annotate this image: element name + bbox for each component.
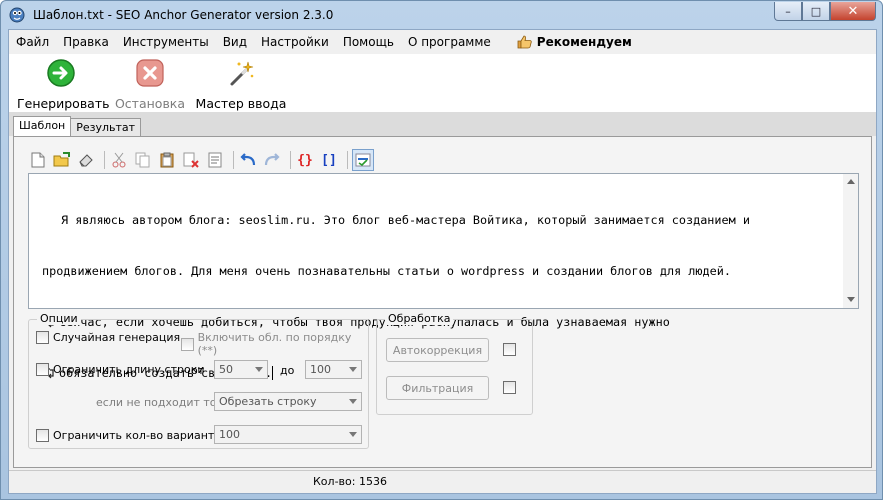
chevron-down-icon (349, 432, 357, 437)
options-group: Опции Случайная генерация Включить обл. … (28, 312, 369, 449)
autocorrect-checkbox[interactable] (503, 343, 520, 356)
chevron-down-icon (349, 399, 357, 404)
new-document-icon[interactable] (28, 150, 48, 170)
to-combobox[interactable]: 100 (305, 360, 362, 379)
maximize-button[interactable]: □ (802, 2, 830, 21)
stop-button[interactable]: Остановка (113, 54, 187, 116)
app-logo-icon (9, 7, 25, 23)
to-label: до (280, 364, 295, 377)
generate-button[interactable]: Генерировать (17, 54, 110, 116)
processing-group-title: Обработка (385, 312, 454, 325)
wizard-label: Мастер ввода (195, 96, 287, 111)
chevron-down-icon (255, 367, 263, 372)
menu-bar: Файл Правка Инструменты Вид Настройки По… (9, 32, 639, 52)
magic-wand-icon (230, 61, 254, 86)
processing-group: Обработка Автокоррекция Фильтрация (376, 312, 533, 415)
app-window: Шаблон.txt - SEO Anchor Generator versio… (0, 0, 883, 500)
from-combobox[interactable]: 50 (214, 360, 268, 379)
wizard-button[interactable]: Мастер ввода (195, 54, 287, 116)
menu-about[interactable]: О программе (401, 32, 498, 52)
stop-x-icon (136, 59, 164, 87)
random-generation-checkbox[interactable]: Случайная генерация (36, 331, 180, 344)
redo-icon[interactable] (262, 150, 282, 170)
limit-variants-checkbox[interactable]: Ограничить кол-во вариантов (36, 429, 228, 442)
square-brackets-icon[interactable]: [] (319, 150, 339, 170)
from-label: от (191, 364, 205, 377)
toolbar-separator (233, 151, 234, 169)
variants-combobox[interactable]: 100 (214, 425, 362, 444)
template-tab-panel: {} [] Я являюсь автором блога: seoslim.r… (13, 136, 872, 468)
generate-label: Генерировать (17, 96, 110, 111)
paste-icon[interactable] (157, 150, 177, 170)
autocorrect-button[interactable]: Автокоррекция (386, 338, 489, 362)
checkbox-box[interactable] (36, 331, 49, 344)
toolbar-separator (347, 151, 348, 169)
editor-line-text: продвижением блогов. Для меня очень позн… (42, 264, 731, 278)
document-text-icon[interactable] (205, 150, 225, 170)
copy-icon[interactable] (133, 150, 153, 170)
menu-view[interactable]: Вид (216, 32, 254, 52)
curly-braces-icon[interactable]: {} (295, 150, 315, 170)
chevron-down-icon (349, 367, 357, 372)
undo-icon[interactable] (238, 150, 258, 170)
scroll-up-icon[interactable] (847, 179, 855, 184)
if-not-fit-label: если не подходит то (96, 396, 217, 409)
status-bar: Кол-во: 1536 (9, 470, 876, 494)
limit-line-length-label: Ограничить длину строки (53, 363, 205, 376)
thumbs-up-icon (517, 35, 532, 49)
play-arrow-icon (47, 59, 75, 87)
spellcheck-icon[interactable] (352, 149, 374, 171)
variant-count: Кол-во: 1536 (313, 475, 387, 488)
tab-result[interactable]: Результат (70, 118, 142, 138)
window-title: Шаблон.txt - SEO Anchor Generator versio… (33, 8, 334, 22)
editor-toolbar: {} [] (28, 149, 378, 171)
menu-edit[interactable]: Правка (56, 32, 116, 52)
open-folder-icon[interactable] (52, 150, 72, 170)
editor-line-text: Я являюсь автором блога: seoslim.ru. Это… (61, 213, 750, 227)
variants-value: 100 (219, 428, 240, 441)
cut-icon[interactable] (109, 150, 129, 170)
template-editor[interactable]: Я являюсь автором блога: seoslim.ru. Это… (28, 173, 859, 380)
minimize-button[interactable]: – (774, 2, 802, 21)
menu-file[interactable]: Файл (9, 32, 56, 52)
checkbox-box[interactable] (36, 363, 49, 376)
main-toolbar: Генерировать Остановка Мастер ввода (9, 54, 876, 136)
checkbox-box[interactable] (181, 337, 194, 351)
toolbar-separator (290, 151, 291, 169)
options-group-title: Опции (37, 312, 81, 325)
if-not-fit-value: Обрезать строку (219, 395, 317, 408)
editor-line: Я являюсь автором блога: seoslim.ru. Это… (29, 212, 839, 229)
if-not-fit-combobox[interactable]: Обрезать строку (214, 392, 362, 411)
limit-variants-label: Ограничить кол-во вариантов (53, 429, 228, 442)
scroll-down-icon[interactable] (847, 297, 855, 302)
toolbar-separator (104, 151, 105, 169)
enable-in-order-label: Включить обл. по порядку (**) (197, 331, 352, 357)
random-generation-label: Случайная генерация (53, 331, 181, 344)
to-value: 100 (310, 363, 331, 376)
filter-checkbox[interactable] (503, 381, 520, 394)
menu-tools[interactable]: Инструменты (116, 32, 216, 52)
close-button[interactable]: ✕ (830, 2, 876, 21)
recommend-label: Рекомендуем (536, 35, 632, 49)
limit-line-length-checkbox[interactable]: Ограничить длину строки (36, 363, 204, 376)
checkbox-box[interactable] (503, 343, 516, 356)
eraser-icon[interactable] (76, 150, 96, 170)
title-bar[interactable]: Шаблон.txt - SEO Anchor Generator versio… (1, 1, 882, 29)
menu-help[interactable]: Помощь (336, 32, 401, 52)
editor-line: продвижением блогов. Для меня очень позн… (29, 263, 839, 280)
from-value: 50 (219, 363, 233, 376)
delete-document-icon[interactable] (181, 150, 201, 170)
stop-label: Остановка (114, 96, 186, 111)
checkbox-box[interactable] (503, 381, 516, 394)
enable-in-order-checkbox[interactable]: Включить обл. по порядку (**) (181, 331, 368, 357)
filter-button[interactable]: Фильтрация (386, 376, 489, 400)
menu-settings[interactable]: Настройки (254, 32, 336, 52)
editor-vertical-scrollbar[interactable] (843, 174, 858, 308)
client-area: Файл Правка Инструменты Вид Настройки По… (8, 29, 877, 494)
checkbox-box[interactable] (36, 429, 49, 442)
menu-recommend[interactable]: Рекомендуем (510, 32, 639, 52)
